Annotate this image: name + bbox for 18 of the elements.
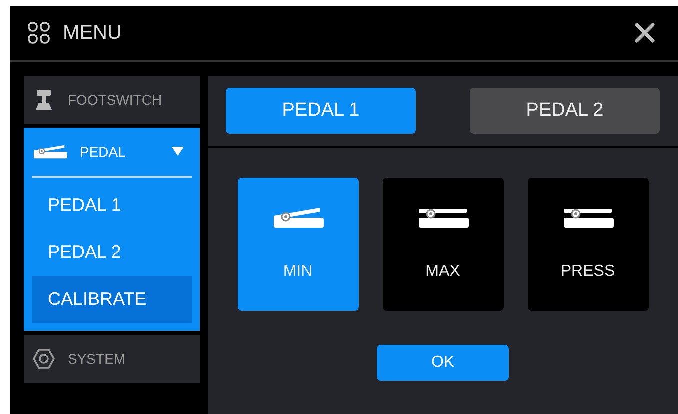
pedal-icon xyxy=(272,206,324,230)
position-card[interactable]: PRESS xyxy=(528,178,648,311)
position-card[interactable]: MAX xyxy=(382,178,504,311)
close-icon xyxy=(633,21,657,45)
submenu-item[interactable]: PEDAL 1 xyxy=(32,182,192,229)
submenu-item[interactable]: PEDAL 2 xyxy=(32,229,192,276)
pedal-tab[interactable]: PEDAL 2 xyxy=(470,88,660,134)
sidebar-item[interactable]: SYSTEM xyxy=(24,335,200,383)
sidebar-item[interactable]: PEDAL xyxy=(24,128,200,176)
pedal-tab[interactable]: PEDAL 1 xyxy=(226,88,416,134)
pedal-icon xyxy=(32,144,68,160)
sidebar-item[interactable]: FOOTSWITCH xyxy=(24,76,200,124)
grid-icon xyxy=(27,21,51,45)
window-title: MENU xyxy=(63,21,122,46)
ok-button[interactable]: OK xyxy=(377,345,509,381)
submenu-item[interactable]: CALIBRATE xyxy=(32,276,192,323)
position-card[interactable]: MIN xyxy=(238,178,358,311)
settings-icon xyxy=(32,347,56,371)
